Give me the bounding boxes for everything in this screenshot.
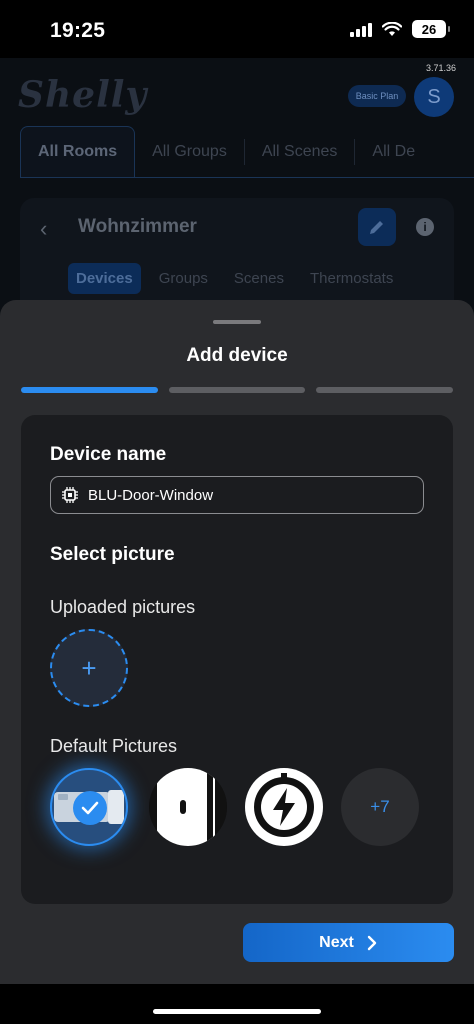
app-version: 3.71.36 <box>425 63 456 73</box>
status-icons: 26 <box>350 20 450 38</box>
sheet-drag-handle[interactable] <box>213 320 261 324</box>
step-indicator-2 <box>168 387 306 393</box>
chevron-right-icon <box>367 935 377 950</box>
upload-picture-button[interactable]: + <box>50 629 128 707</box>
battery-indicator: 26 <box>412 20 450 38</box>
avatar[interactable]: S <box>414 77 454 117</box>
default-picture-door-window-sensor[interactable] <box>50 768 128 846</box>
info-icon[interactable]: i <box>416 218 434 236</box>
default-pictures-label: Default Pictures <box>50 736 178 756</box>
step-progress <box>21 387 454 393</box>
more-pictures-button[interactable]: +7 <box>341 768 419 846</box>
default-picture-power[interactable] <box>245 768 323 846</box>
pencil-icon <box>370 221 383 234</box>
selected-check-icon <box>73 791 107 825</box>
tab-all-devices[interactable]: All De <box>355 126 432 177</box>
back-chevron-icon[interactable]: ‹ <box>40 216 47 242</box>
home-indicator[interactable] <box>153 1009 321 1014</box>
door-icon <box>149 768 227 846</box>
next-button[interactable]: Next <box>243 923 454 962</box>
more-pictures-count: +7 <box>370 797 390 816</box>
step-indicator-3 <box>316 387 454 393</box>
uploaded-pictures-label: Uploaded pictures <box>50 597 196 617</box>
sub-tab-devices[interactable]: Devices <box>68 263 141 294</box>
room-sub-tabs: Devices Groups Scenes Thermostats <box>68 263 411 294</box>
plan-badge[interactable]: Basic Plan <box>348 85 406 107</box>
power-bolt-icon <box>254 773 314 837</box>
sheet-title: Add device <box>186 345 288 366</box>
sub-tab-groups[interactable]: Groups <box>151 263 216 294</box>
tab-all-groups[interactable]: All Groups <box>135 126 244 177</box>
tab-all-scenes[interactable]: All Scenes <box>245 126 355 177</box>
room-tabs: All Rooms All Groups All Scenes All De <box>20 126 474 178</box>
device-form-card: Device name Select picture Uploaded pict… <box>21 415 453 904</box>
cellular-signal-icon <box>350 22 372 37</box>
default-picture-door[interactable] <box>149 768 227 846</box>
device-name-label: Device name <box>50 444 167 465</box>
wifi-icon <box>382 21 402 36</box>
next-button-label: Next <box>319 933 354 951</box>
device-name-field[interactable] <box>50 476 424 514</box>
add-device-sheet: Add device Device name Select picture Up… <box>0 300 474 984</box>
room-title: Wohnzimmer <box>78 216 197 237</box>
sub-tab-thermostats[interactable]: Thermostats <box>302 263 401 294</box>
home-bar-area <box>0 984 474 1024</box>
tab-all-rooms[interactable]: All Rooms <box>20 126 136 177</box>
status-bar: 19:25 26 <box>0 0 474 58</box>
status-time: 19:25 <box>50 19 106 42</box>
chip-icon <box>62 487 78 503</box>
shelly-logo: Shelly <box>18 74 148 116</box>
device-name-input[interactable] <box>88 486 388 504</box>
edit-room-button[interactable] <box>358 208 396 246</box>
sub-tab-scenes[interactable]: Scenes <box>226 263 292 294</box>
step-indicator-1 <box>21 387 158 393</box>
plus-icon: + <box>81 652 97 683</box>
select-picture-label: Select picture <box>50 544 175 565</box>
